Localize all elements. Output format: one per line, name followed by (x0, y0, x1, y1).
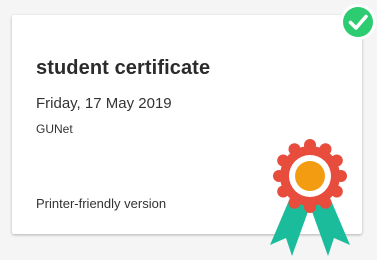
printer-friendly-link[interactable]: Printer-friendly version (36, 196, 166, 211)
check-circle-icon (340, 4, 376, 40)
certificate-issuer: GUNet (36, 122, 73, 136)
certificate-date: Friday, 17 May 2019 (36, 95, 172, 112)
certificate-title: student certificate (36, 57, 211, 79)
award-ribbon-icon (270, 139, 350, 256)
certificate-stage: student certificate Friday, 17 May 2019 … (0, 0, 377, 260)
